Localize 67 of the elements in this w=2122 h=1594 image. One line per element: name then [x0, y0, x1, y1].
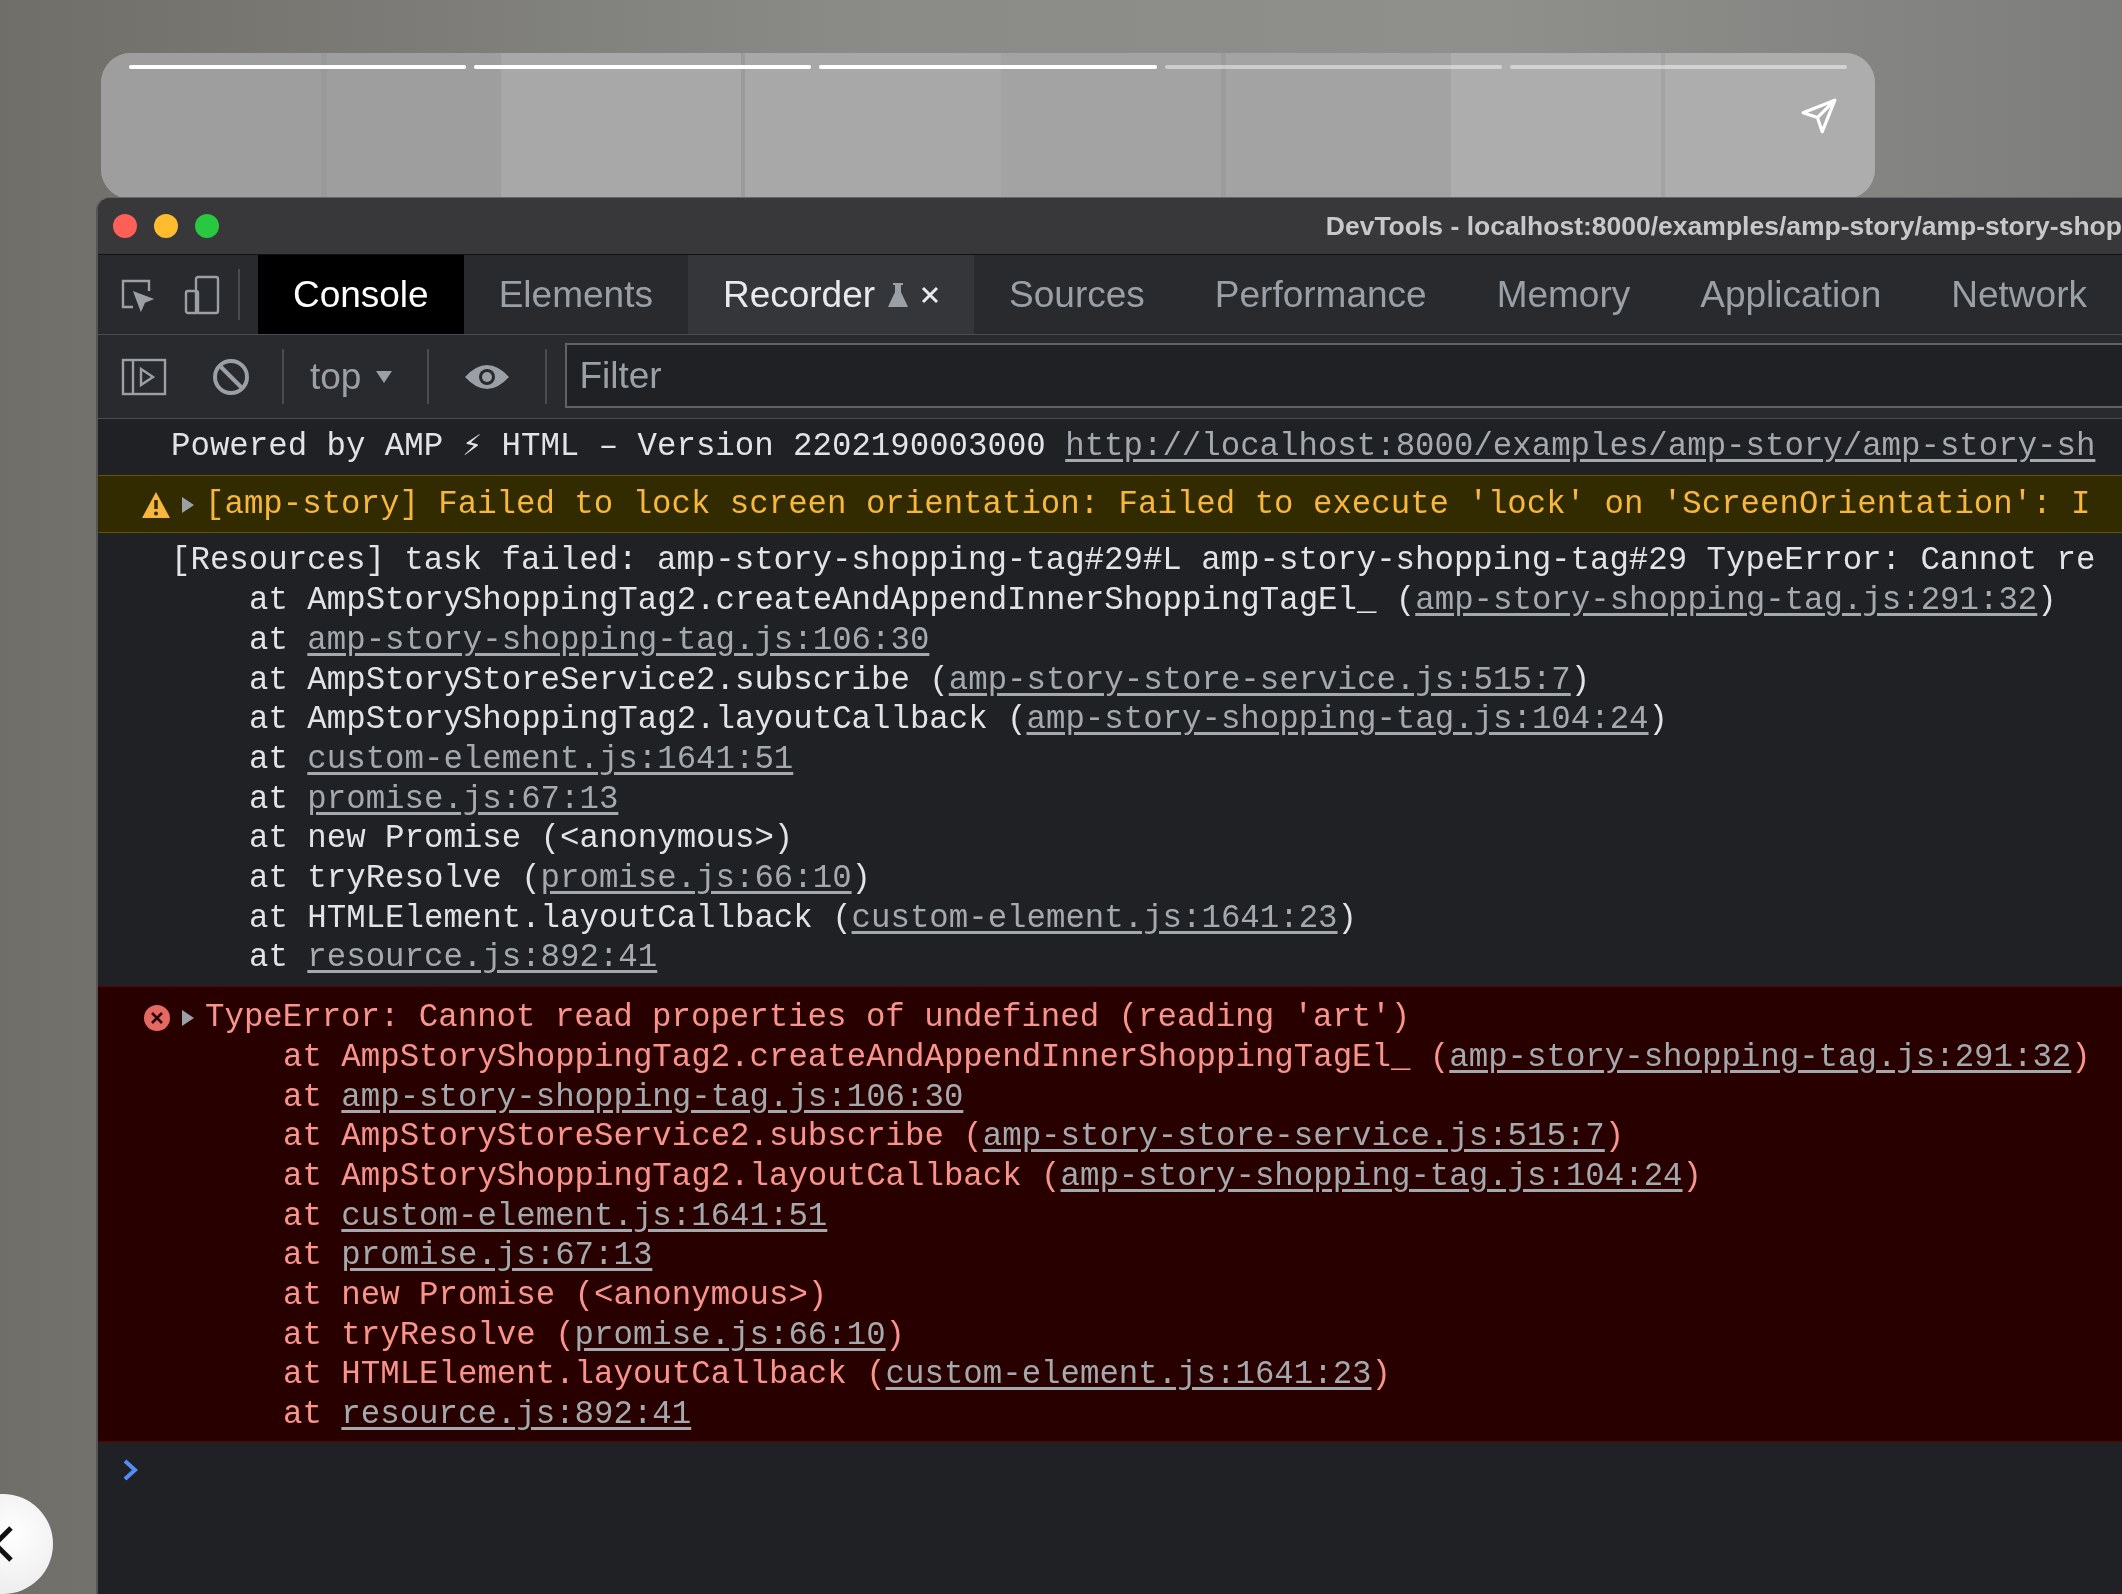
source-link[interactable]: amp-story-shopping-tag.js:291:32: [1415, 582, 2038, 620]
message-text: [amp-story] Failed to lock screen orientation: Failed to execute 'lock' on 'ScreenOrientation': I: [205, 484, 2091, 525]
source-link[interactable]: promise.js:66:10: [540, 860, 852, 898]
stack-frame: at HTMLElement.layoutCallback (custom-element.js:1641:23): [171, 898, 2096, 939]
expand-arrow-icon[interactable]: [181, 1009, 195, 1028]
context-dropdown[interactable]: top: [294, 335, 418, 418]
expand-arrow-icon[interactable]: [181, 495, 195, 514]
source-link[interactable]: custom-element.js:1641:51: [341, 1197, 828, 1235]
source-link[interactable]: custom-element.js:1641:51: [307, 740, 794, 778]
source-link[interactable]: custom-element.js:1641:23: [851, 899, 1338, 937]
source-link[interactable]: amp-story-shopping-tag.js:104:24: [1060, 1157, 1683, 1195]
panel-tab[interactable]: Memory: [1461, 255, 1666, 334]
panel-tab[interactable]: Performance: [1179, 255, 1462, 334]
prompt-icon: [122, 1457, 138, 1482]
device-icon: [183, 274, 220, 315]
source-link[interactable]: amp-story-shopping-tag.js:291:32: [1449, 1038, 2072, 1076]
close-icon[interactable]: [921, 285, 940, 304]
source-link[interactable]: promise.js:67:13: [341, 1237, 653, 1275]
stack-frame: at promise.js:67:13: [205, 1236, 2091, 1277]
source-link[interactable]: amp-story-shopping-tag.js:106:30: [307, 621, 930, 659]
error-icon: [143, 1004, 171, 1033]
source-link[interactable]: amp-story-shopping-tag.js:104:24: [1026, 701, 1649, 739]
source-link[interactable]: amp-story-store-service.js:515:7: [948, 661, 1571, 699]
stack-frame: at new Promise (<anonymous>): [205, 1276, 2091, 1316]
stack-frame: at custom-element.js:1641:51: [171, 739, 2096, 780]
message-text: TypeError: Cannot read properties of undefined (reading 'art'): [205, 998, 1412, 1038]
clear-console-icon: [211, 356, 251, 397]
source-link[interactable]: promise.js:67:13: [307, 780, 619, 818]
stack-frame: at AmpStoryShoppingTag2.layoutCallback (amp-story-shopping-tag.js:104:24): [171, 700, 2096, 740]
stack-frame: at new Promise (<anonymous>): [171, 819, 2096, 860]
panel-tab[interactable]: Elements: [463, 255, 688, 334]
stack-frame: at amp-story-shopping-tag.js:106:30: [171, 620, 2096, 661]
stack-frame: at tryResolve (promise.js:66:10): [205, 1315, 2091, 1356]
minimize-window-button[interactable]: [154, 214, 178, 238]
stack-frame: at resource.js:892:41: [205, 1395, 2091, 1435]
panel-tab[interactable]: Recorder: [687, 255, 975, 334]
source-link[interactable]: resource.js:892:41: [307, 939, 658, 977]
message-text: [Resources] task failed: amp-story-shopping-tag#29#L amp-story-shopping-tag#29 TypeError: Cannot re: [171, 541, 2096, 582]
stack-frame: at tryResolve (promise.js:66:10): [171, 859, 2096, 899]
source-link[interactable]: http://localhost:8000/examples/amp-story/amp-story-sh: [1065, 428, 2096, 465]
source-link[interactable]: promise.js:66:10: [574, 1316, 886, 1354]
sidebar-toggle-icon: [121, 357, 167, 396]
panel-tab[interactable]: Application: [1665, 255, 1917, 334]
warning-icon: [141, 490, 171, 519]
source-link[interactable]: custom-element.js:1641:23: [885, 1356, 1372, 1394]
panel-tab[interactable]: Network: [1916, 255, 2122, 334]
stack-frame: at HTMLElement.layoutCallback (custom-element.js:1641:23): [205, 1355, 2091, 1396]
stack-frame: at amp-story-shopping-tag.js:106:30: [205, 1077, 2091, 1118]
message-text: Powered by AMP ⚡ HTML – Version 2202190003000 http://localhost:8000/examples/amp-story/amp-story-sh: [171, 427, 2096, 467]
stack-frame: at promise.js:67:13: [171, 779, 2096, 820]
stack-frame: at custom-element.js:1641:51: [205, 1196, 2091, 1237]
window-title: DevTools - localhost:8000/examples/amp-story/amp-story-shop: [1325, 210, 2122, 242]
filter-field[interactable]: Filter: [565, 343, 2122, 408]
panel-tab[interactable]: Console: [257, 255, 464, 334]
source-link[interactable]: amp-story-shopping-tag.js:106:30: [341, 1078, 964, 1116]
close-window-button[interactable]: [113, 214, 137, 238]
stack-frame: at AmpStoryShoppingTag2.createAndAppendInnerShoppingTagEl_ (amp-story-shopping-tag.js:291:32): [171, 581, 2096, 621]
source-link[interactable]: amp-story-store-service.js:515:7: [982, 1118, 1605, 1156]
caret-icon: [375, 369, 394, 384]
stack-frame: at AmpStoryStoreService2.subscribe (amp-story-store-service.js:515:7): [171, 660, 2096, 701]
stack-frame: at AmpStoryShoppingTag2.createAndAppendInnerShoppingTagEl_ (amp-story-shopping-tag.js:291:32): [205, 1037, 2091, 1078]
source-link[interactable]: resource.js:892:41: [341, 1396, 692, 1434]
zoom-window-button[interactable]: [195, 214, 219, 238]
stack-frame: at AmpStoryStoreService2.subscribe (amp-story-store-service.js:515:7): [205, 1117, 2091, 1157]
stack-frame: at resource.js:892:41: [171, 938, 2096, 979]
stack-frame: at AmpStoryShoppingTag2.layoutCallback (amp-story-shopping-tag.js:104:24): [205, 1156, 2091, 1197]
panel-tab[interactable]: Sources: [974, 255, 1180, 334]
